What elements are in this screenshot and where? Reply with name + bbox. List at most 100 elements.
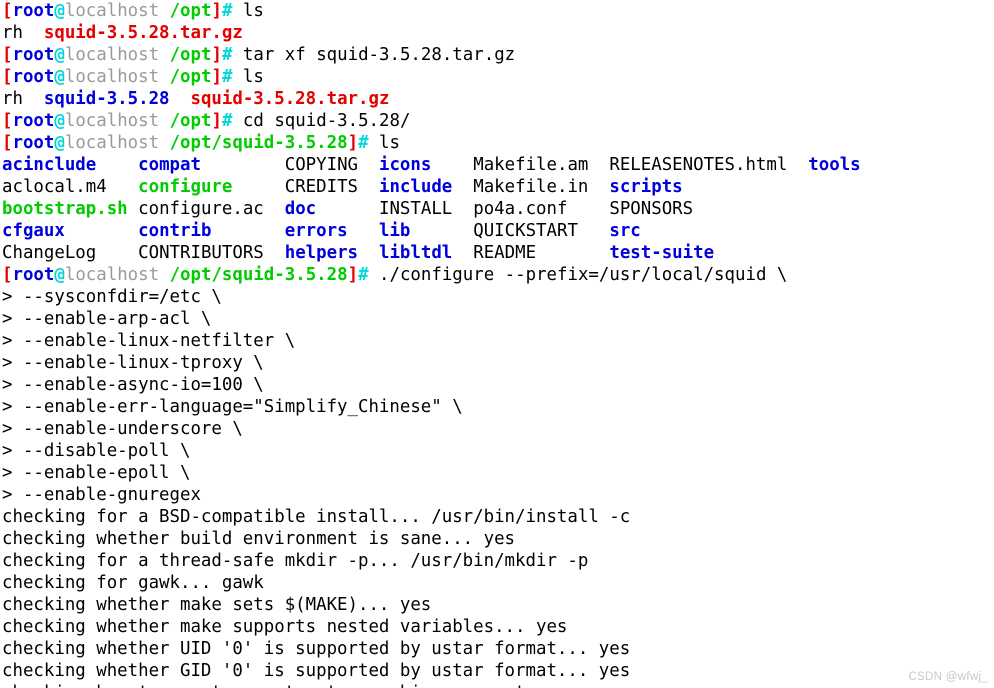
terminal-segment <box>159 45 169 65</box>
terminal-segment: helpers <box>284 243 359 263</box>
terminal-segment: ls <box>368 133 400 153</box>
terminal-segment: tools <box>808 155 861 175</box>
terminal-segment: COPYING <box>284 155 359 175</box>
terminal-line-output: checking how to create a ustar tar archi… <box>0 682 994 688</box>
terminal-segment: checking whether make supports nested va… <box>2 617 568 637</box>
terminal-segment: /opt/squid-3.5.28 <box>169 133 348 153</box>
terminal-segment: > --enable-arp-acl \ <box>2 309 212 329</box>
terminal-segment: > --enable-async-io=100 \ <box>2 375 264 395</box>
terminal-segment <box>316 199 379 219</box>
terminal-segment: @ <box>54 133 65 153</box>
terminal-segment: # <box>221 67 233 87</box>
terminal-segment: ] <box>211 45 222 65</box>
terminal-segment <box>358 155 379 175</box>
terminal-segment: /opt/squid-3.5.28 <box>169 265 348 285</box>
terminal-line-continuation: > --enable-epoll \ <box>0 462 994 484</box>
terminal-segment: ls <box>232 1 264 21</box>
terminal-segment: > --enable-epoll \ <box>2 463 191 483</box>
terminal-segment: ls <box>232 67 264 87</box>
terminal-segment: CONTRIBUTORS <box>138 243 264 263</box>
terminal-segment <box>211 221 284 241</box>
terminal-segment: > --enable-err-language="Simplify_Chines… <box>2 397 463 417</box>
terminal-segment <box>358 177 379 197</box>
terminal-line-output: checking whether UID '0' is supported by… <box>0 638 994 660</box>
terminal-line-prompt: [root@localhost /opt/squid-3.5.28]# ./co… <box>0 264 994 286</box>
terminal-line-output: checking whether GID '0' is supported by… <box>0 660 994 682</box>
terminal-segment: [ <box>2 265 13 285</box>
terminal-segment: ] <box>347 133 359 153</box>
terminal-line-output: ChangeLog CONTRIBUTORS helpers libltdl R… <box>0 242 994 264</box>
terminal-segment <box>452 243 473 263</box>
terminal-segment: ] <box>347 265 359 285</box>
terminal-segment: contrib <box>138 221 212 241</box>
terminal-line-continuation: > --enable-async-io=100 \ <box>0 374 994 396</box>
terminal-segment: # <box>221 1 233 21</box>
terminal-segment: @ <box>54 265 65 285</box>
terminal-segment: aclocal.m4 <box>2 177 107 197</box>
terminal-line-continuation: > --enable-linux-tproxy \ <box>0 352 994 374</box>
terminal-segment: root <box>12 111 55 131</box>
terminal-line-output: rh squid-3.5.28 squid-3.5.28.tar.gz <box>0 88 994 110</box>
terminal-line-output: aclocal.m4 configure CREDITS include Mak… <box>0 176 994 198</box>
terminal-segment: rh <box>2 23 44 43</box>
terminal-segment: [ <box>2 1 13 21</box>
terminal-segment: # <box>221 111 233 131</box>
terminal-segment: doc <box>284 199 317 219</box>
terminal-segment: cd squid-3.5.28/ <box>232 111 411 131</box>
terminal-segment: README <box>473 243 537 263</box>
terminal-line-prompt: [root@localhost /opt/squid-3.5.28]# ls <box>0 132 994 154</box>
terminal-segment <box>159 67 169 87</box>
terminal-segment: checking whether make sets $(MAKE)... ye… <box>2 595 432 615</box>
terminal-segment: checking whether GID '0' is supported by… <box>2 661 631 681</box>
terminal-segment: include <box>378 177 453 197</box>
terminal-segment <box>452 177 473 197</box>
terminal-segment: > --enable-gnuregex <box>2 485 201 505</box>
terminal-segment <box>431 155 473 175</box>
terminal-window[interactable]: [root@localhost /opt]# ls rh squid-3.5.28… <box>0 0 994 688</box>
terminal-segment: rh <box>2 89 44 109</box>
terminal-segment: squid-3.5.28 <box>43 89 170 109</box>
terminal-line-output: cfgaux contrib errors lib QUICKSTART src <box>0 220 994 242</box>
terminal-line-continuation: > --disable-poll \ <box>0 440 994 462</box>
terminal-line-continuation: > --enable-underscore \ <box>0 418 994 440</box>
terminal-line-output: checking for a thread-safe mkdir -p... /… <box>0 550 994 572</box>
terminal-line-output: acinclude compat COPYING icons Makefile.… <box>0 154 994 176</box>
terminal-segment: RELEASENOTES.html <box>609 155 788 175</box>
terminal-line-continuation: > --enable-gnuregex <box>0 484 994 506</box>
terminal-segment: checking whether UID '0' is supported by… <box>2 639 631 659</box>
terminal-segment: [ <box>2 67 13 87</box>
terminal-segment: [ <box>2 111 13 131</box>
terminal-segment <box>358 243 379 263</box>
terminal-segment <box>107 177 138 197</box>
terminal-segment <box>264 199 285 219</box>
terminal-line-prompt: [root@localhost /opt]# ls <box>0 66 994 88</box>
terminal-segment <box>567 199 609 219</box>
watermark-text: CSDN @wfwj_ <box>908 671 988 683</box>
terminal-segment <box>787 155 808 175</box>
terminal-segment: # <box>358 133 369 153</box>
terminal-segment: squid-3.5.28.tar.gz <box>43 23 243 43</box>
terminal-segment <box>264 243 285 263</box>
terminal-output: [root@localhost /opt]# ls rh squid-3.5.28… <box>0 0 994 688</box>
terminal-segment: localhost <box>64 45 160 65</box>
terminal-segment: [ <box>2 45 13 65</box>
terminal-segment: ] <box>211 67 222 87</box>
terminal-segment: root <box>12 265 55 285</box>
terminal-segment <box>128 199 138 219</box>
terminal-segment <box>170 89 191 109</box>
terminal-line-output: checking whether build environment is sa… <box>0 528 994 550</box>
terminal-line-output: bootstrap.sh configure.ac doc INSTALL po… <box>0 198 994 220</box>
terminal-segment: tar xf squid-3.5.28.tar.gz <box>232 45 516 65</box>
terminal-segment: ./configure --prefix=/usr/local/squid \ <box>368 265 788 285</box>
terminal-segment: test-suite <box>609 243 715 263</box>
terminal-segment: root <box>12 67 55 87</box>
terminal-segment: @ <box>54 67 65 87</box>
terminal-segment: > --enable-underscore \ <box>2 419 243 439</box>
terminal-segment: INSTALL <box>378 199 453 219</box>
terminal-segment: bootstrap.sh <box>2 199 128 219</box>
terminal-segment: localhost <box>64 1 160 21</box>
terminal-segment: Makefile.am <box>473 155 589 175</box>
terminal-segment: localhost <box>64 111 160 131</box>
terminal-segment: icons <box>378 155 432 175</box>
terminal-segment: squid-3.5.28.tar.gz <box>190 89 390 109</box>
